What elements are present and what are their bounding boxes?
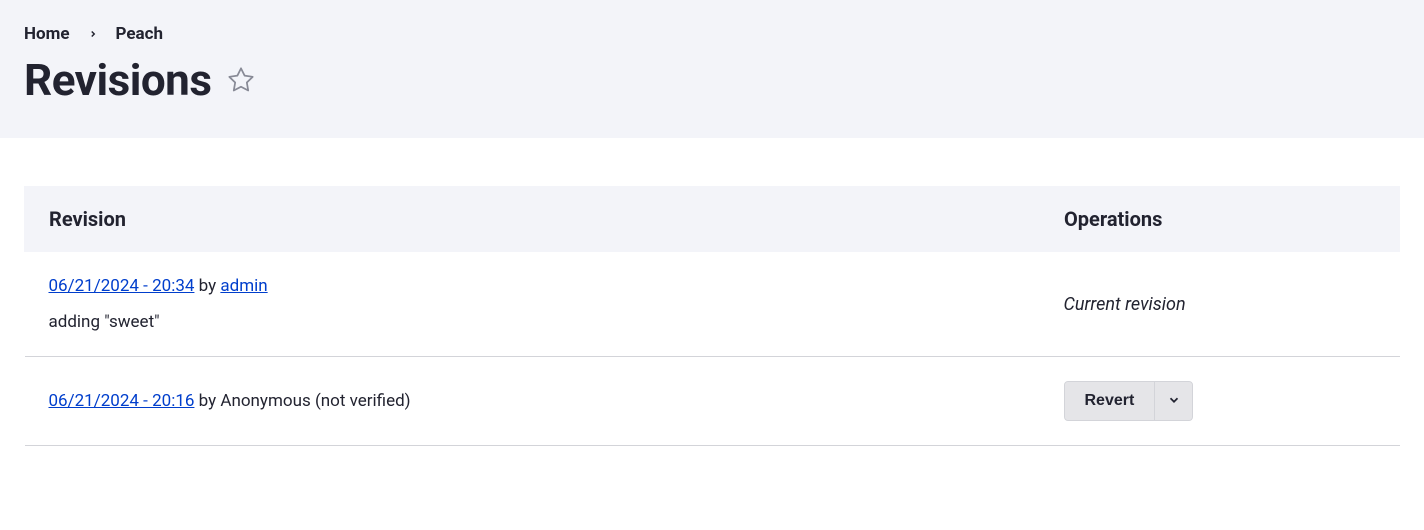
operations-cell: Current revision	[1040, 252, 1400, 357]
table-row: 06/21/2024 - 20:34 by admin adding "swee…	[25, 252, 1400, 357]
page-title: Revisions	[24, 54, 211, 106]
revision-author-link[interactable]: admin	[220, 276, 267, 296]
page-title-row: Revisions	[24, 54, 1400, 106]
revision-cell: 06/21/2024 - 20:34 by admin adding "swee…	[25, 252, 1040, 357]
breadcrumb-current: Peach	[116, 24, 164, 44]
revision-author: Anonymous (not verified)	[220, 391, 410, 411]
by-text: by	[194, 276, 220, 296]
header-operations: Operations	[1040, 187, 1400, 252]
breadcrumb-home-link[interactable]: Home	[24, 24, 70, 44]
table-row: 06/21/2024 - 20:16 by Anonymous (not ver…	[25, 357, 1400, 446]
dropbutton: Revert	[1064, 381, 1194, 421]
revisions-table: Revision Operations 06/21/2024 - 20:34 b…	[24, 186, 1400, 446]
revision-cell: 06/21/2024 - 20:16 by Anonymous (not ver…	[25, 357, 1040, 446]
content-region: Revision Operations 06/21/2024 - 20:34 b…	[0, 138, 1424, 470]
dropbutton-toggle[interactable]	[1154, 382, 1192, 420]
revision-timestamp-link[interactable]: 06/21/2024 - 20:34	[49, 276, 195, 296]
current-revision-label: Current revision	[1064, 294, 1186, 315]
revert-button[interactable]: Revert	[1065, 382, 1155, 420]
revision-timestamp-link[interactable]: 06/21/2024 - 20:16	[49, 391, 195, 411]
operations-cell: Revert	[1040, 357, 1400, 446]
breadcrumb: Home Peach	[24, 24, 1400, 44]
header-revision: Revision	[25, 187, 1040, 252]
chevron-down-icon	[1167, 393, 1181, 410]
chevron-right-icon	[88, 24, 98, 44]
header-region: Home Peach Revisions	[0, 0, 1424, 138]
revision-message: adding "sweet"	[49, 312, 1016, 332]
by-text: by	[194, 391, 220, 411]
star-icon[interactable]	[227, 66, 255, 94]
